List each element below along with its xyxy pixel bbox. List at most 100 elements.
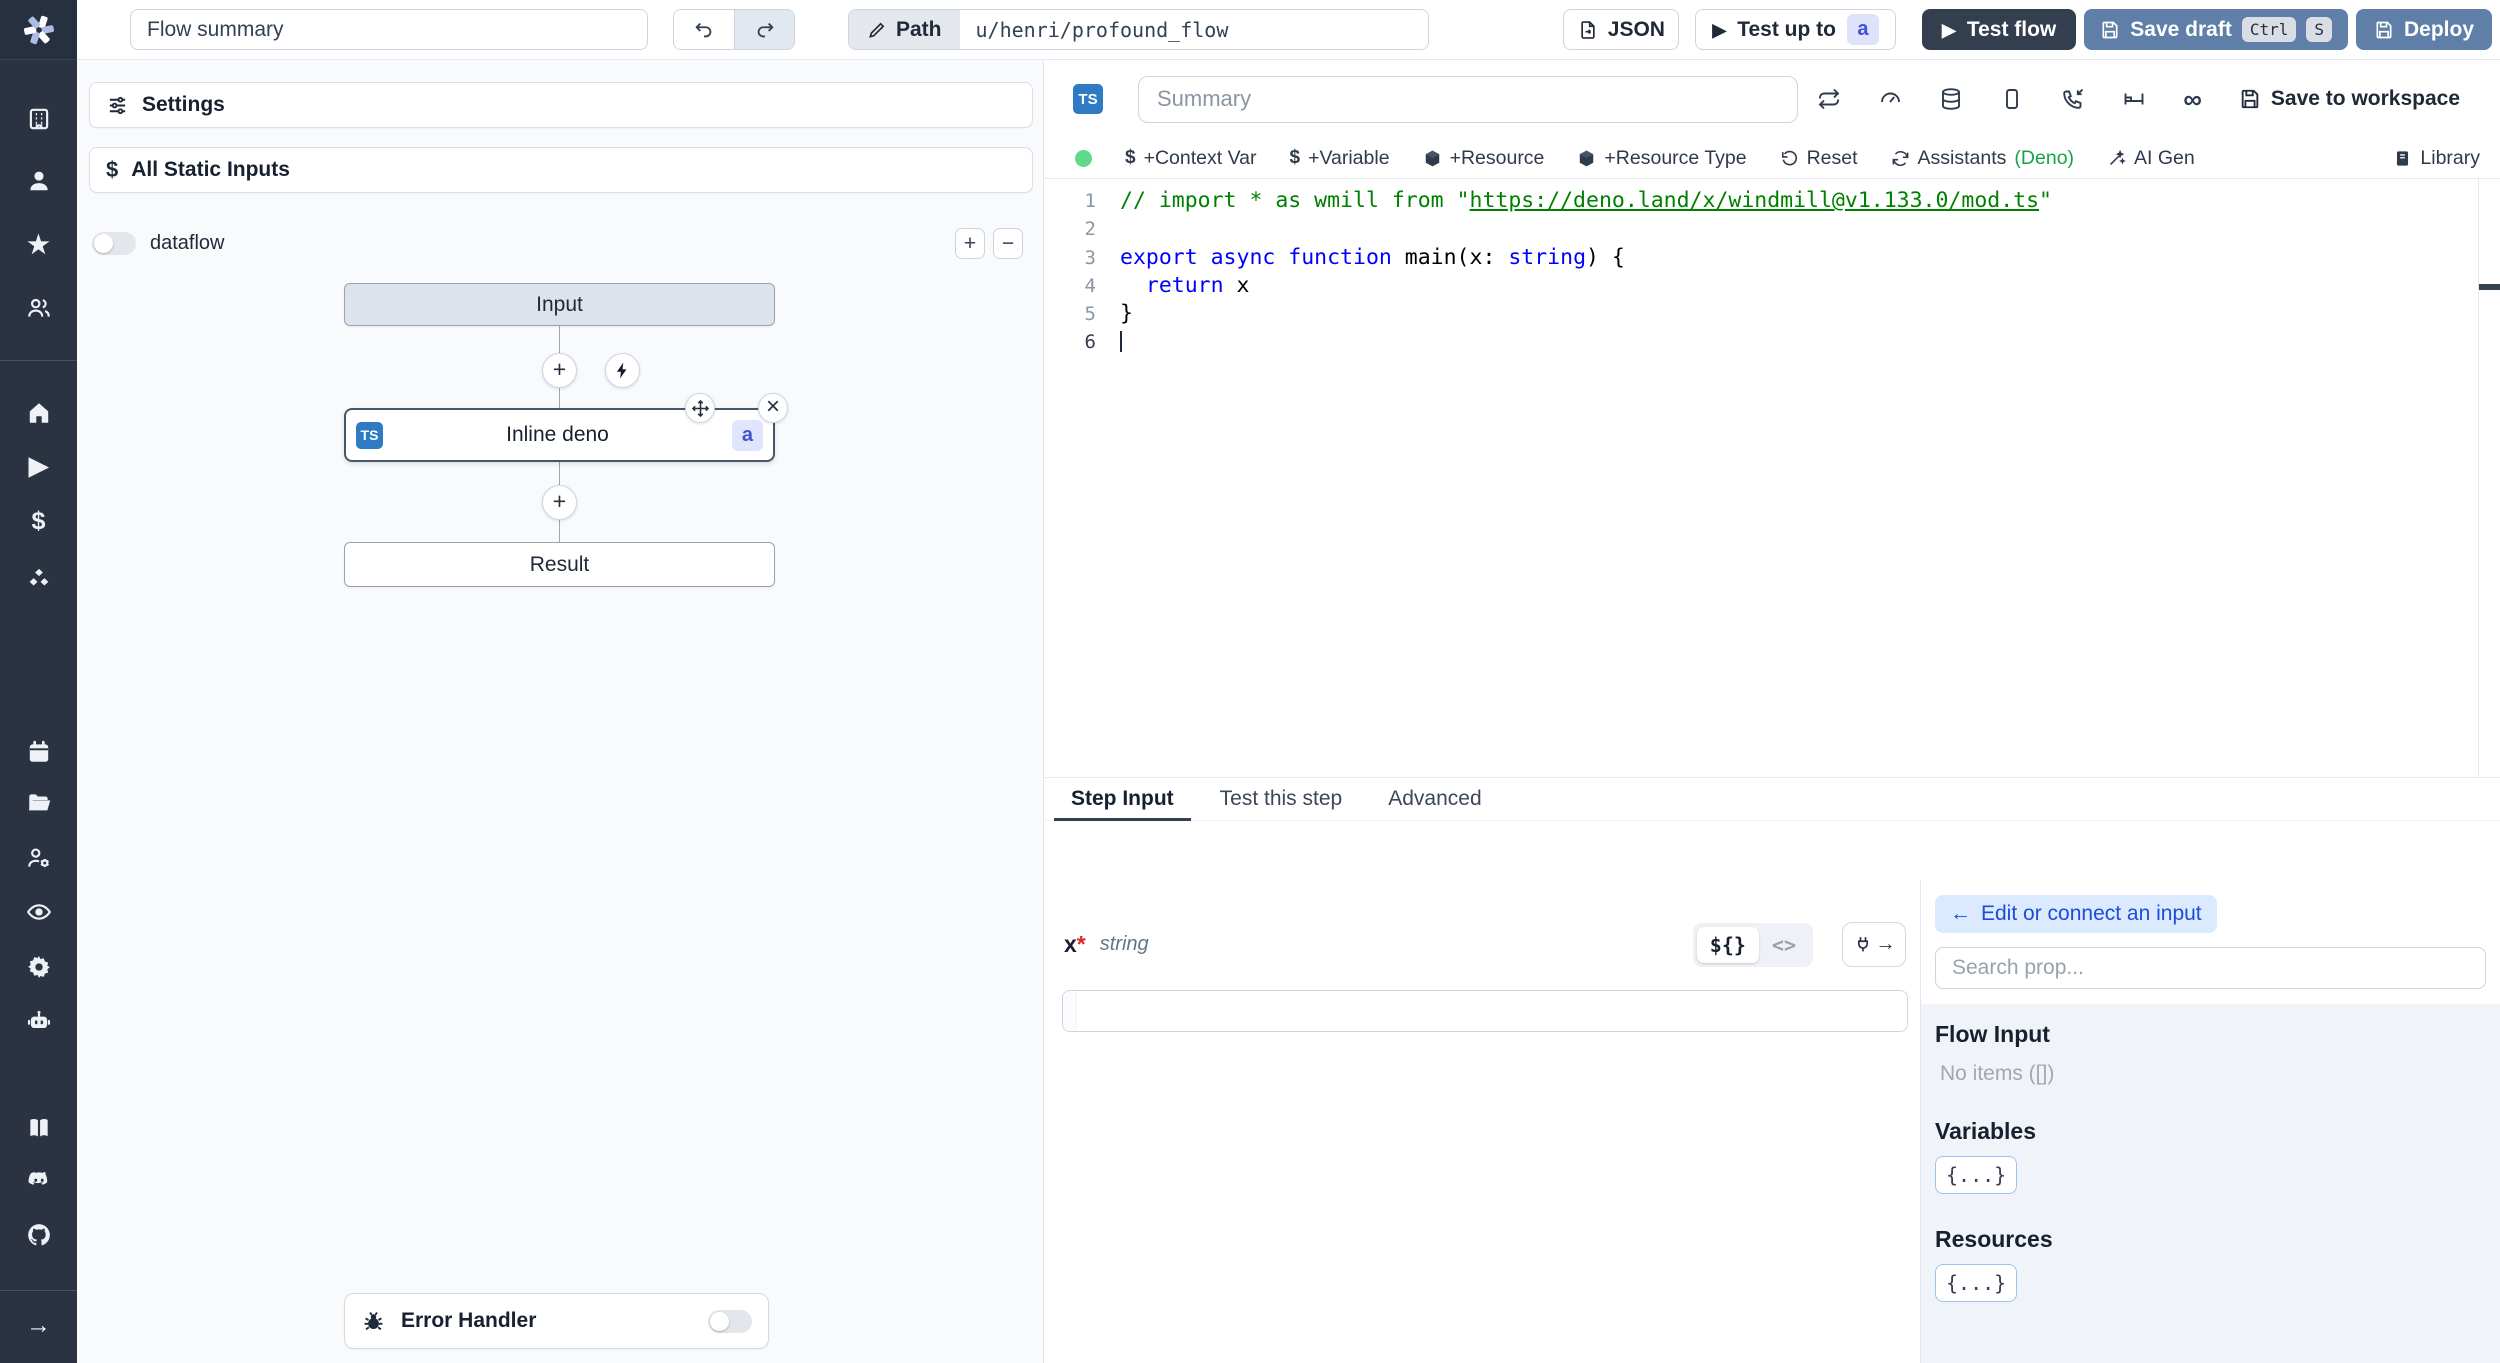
- test-flow-button[interactable]: ▶ Test flow: [1921, 9, 2077, 50]
- github-icon[interactable]: [0, 1220, 77, 1250]
- groups-users-icon[interactable]: [0, 293, 77, 323]
- step-editor-panel: TS ∞ Save to workspace $+Context Var $+V…: [1044, 60, 2500, 1363]
- workspace-building-icon[interactable]: [0, 104, 77, 134]
- step-summary-input[interactable]: [1138, 75, 1798, 123]
- search-prop-input[interactable]: [1935, 947, 2486, 989]
- add-resource-button[interactable]: +Resource: [1423, 147, 1544, 170]
- flow-input-node[interactable]: Input: [344, 283, 775, 326]
- redo-button[interactable]: [734, 10, 794, 49]
- pencil-icon: [869, 22, 885, 38]
- flow-input-empty: No items ([]): [1940, 1062, 2055, 1085]
- workers-user-cog-icon[interactable]: [0, 843, 77, 873]
- add-step-button[interactable]: +: [542, 353, 577, 388]
- schedules-calendar-icon[interactable]: [0, 737, 77, 767]
- move-step-button[interactable]: [685, 393, 715, 423]
- add-context-var-button[interactable]: $ +Context Var: [1125, 147, 1256, 170]
- package-icon: [1580, 150, 1594, 166]
- ai-bot-icon[interactable]: [0, 1006, 77, 1036]
- flow-input-heading: Flow Input: [1935, 1021, 2050, 1047]
- line-numbers: 1 2 3 4 5 6: [1084, 190, 1096, 354]
- path-edit-chip[interactable]: Path: [849, 10, 960, 49]
- deploy-button[interactable]: Deploy: [2355, 9, 2492, 50]
- error-handler-row: Error Handler: [344, 1293, 769, 1349]
- mock-infinity-icon[interactable]: ∞: [2183, 86, 2202, 112]
- static-value-segment[interactable]: ${}: [1696, 926, 1759, 963]
- status-dot: [1075, 149, 1092, 167]
- resources-object-chip[interactable]: {...}: [1935, 1264, 2018, 1302]
- ai-gen-button[interactable]: AI Gen: [2107, 147, 2195, 170]
- save-draft-button[interactable]: Save draft Ctrl S: [2084, 9, 2348, 50]
- argument-value-field[interactable]: [1062, 990, 1908, 1032]
- error-handler-toggle[interactable]: [708, 1309, 752, 1333]
- argument-row: x * string ${} <> →: [1064, 922, 1906, 967]
- import-url-link[interactable]: https://deno.land/x/windmill@v1.133.0/mo…: [1470, 188, 2040, 213]
- variables-object-chip[interactable]: {...}: [1935, 1156, 2018, 1194]
- overview-mark: [2479, 284, 2500, 290]
- typescript-badge: TS: [356, 421, 383, 449]
- user-icon[interactable]: [0, 166, 77, 196]
- flow-summary-input[interactable]: [130, 9, 648, 50]
- delete-step-button[interactable]: ×: [758, 393, 788, 423]
- code-editor[interactable]: 1 2 3 4 5 6 // import * as wmill from "h…: [1044, 179, 2500, 778]
- phone-incoming-icon[interactable]: [2061, 87, 2085, 111]
- add-resource-type-button[interactable]: +Resource Type: [1577, 147, 1747, 170]
- variables-heading: Variables: [1935, 1118, 2037, 1144]
- assistants-button[interactable]: Assistants (Deno): [1891, 147, 2074, 170]
- tab-step-input[interactable]: Step Input: [1054, 778, 1191, 821]
- topbar-actions: JSON ▶ Test up to a ▶ Test flow Save dra…: [1563, 9, 2492, 50]
- bottom-tabs: Step Input Test this step Advanced: [1044, 778, 2500, 821]
- trigger-bolt-button[interactable]: [605, 353, 640, 388]
- flow-result-node[interactable]: Result: [344, 542, 775, 587]
- connect-input-button[interactable]: →: [1842, 922, 1906, 967]
- lightning-icon: [616, 362, 627, 379]
- library-button[interactable]: Library: [2393, 147, 2480, 170]
- expand-sidebar-arrow-icon[interactable]: →: [0, 1310, 77, 1340]
- code-value-segment[interactable]: <>: [1759, 927, 1809, 963]
- undo-button[interactable]: [674, 10, 734, 49]
- wand-sparkle-icon: [2110, 149, 2126, 165]
- windmill-logo[interactable]: [0, 0, 77, 60]
- add-step-button[interactable]: +: [542, 485, 577, 520]
- required-asterisk: *: [1076, 931, 1086, 957]
- folders-folder-icon[interactable]: [0, 788, 77, 818]
- gauge-icon[interactable]: [1878, 87, 1902, 111]
- sleep-bed-icon[interactable]: [2122, 87, 2146, 111]
- tab-advanced[interactable]: Advanced: [1371, 778, 1498, 820]
- editor-toolbar: $ +Context Var $ +Variable +Resource +Reso…: [1044, 138, 2500, 179]
- favorites-star-icon[interactable]: ★: [0, 230, 77, 260]
- settings-gear-icon[interactable]: [0, 952, 77, 982]
- resources-heading: Resources: [1935, 1226, 2053, 1252]
- reset-button[interactable]: Reset: [1780, 147, 1858, 170]
- argument-value-input[interactable]: [1077, 991, 1907, 1031]
- home-icon[interactable]: [0, 398, 77, 428]
- tab-test-this-step[interactable]: Test this step: [1203, 778, 1360, 820]
- suspend-rectangle-icon[interactable]: [2000, 87, 2024, 111]
- path-input[interactable]: [959, 10, 1428, 49]
- edit-or-connect-button[interactable]: ← Edit or connect an input: [1935, 895, 2217, 933]
- audit-eye-icon[interactable]: [0, 897, 77, 927]
- editor-overview-ruler[interactable]: [2478, 179, 2500, 777]
- play-icon: ▶: [1941, 19, 1956, 40]
- variables-dollar-icon[interactable]: $: [0, 506, 77, 536]
- value-mode-toggle: ${} <>: [1692, 922, 1813, 967]
- retry-icon[interactable]: [1817, 87, 1841, 111]
- back-arrow-icon: ←: [1950, 902, 1971, 925]
- resources-cubes-icon[interactable]: [0, 564, 77, 594]
- docs-book-icon[interactable]: [0, 1113, 77, 1143]
- step-id-badge: a: [731, 419, 763, 451]
- test-up-to-button[interactable]: ▶ Test up to a: [1695, 9, 1896, 50]
- discord-icon[interactable]: [0, 1165, 77, 1195]
- json-button[interactable]: JSON: [1563, 9, 1680, 50]
- add-variable-button[interactable]: $ +Variable: [1289, 147, 1389, 170]
- close-icon: ×: [765, 393, 780, 420]
- toggle-knob: [710, 1311, 729, 1331]
- path-group: Path: [848, 9, 1429, 50]
- flow-graph-panel: Settings $ All Static Inputs dataflow + …: [77, 60, 1044, 1363]
- refresh-icon: [1892, 150, 1908, 166]
- step-setting-icons: ∞ Save to workspace: [1817, 86, 2460, 112]
- runs-play-icon[interactable]: ▶: [0, 451, 77, 481]
- cache-database-icon[interactable]: [1939, 87, 1963, 111]
- file-json-icon: [1581, 20, 1595, 39]
- save-to-workspace-button[interactable]: Save to workspace: [2239, 87, 2460, 111]
- code-content: // import * as wmill from "https://deno.…: [1120, 187, 2476, 357]
